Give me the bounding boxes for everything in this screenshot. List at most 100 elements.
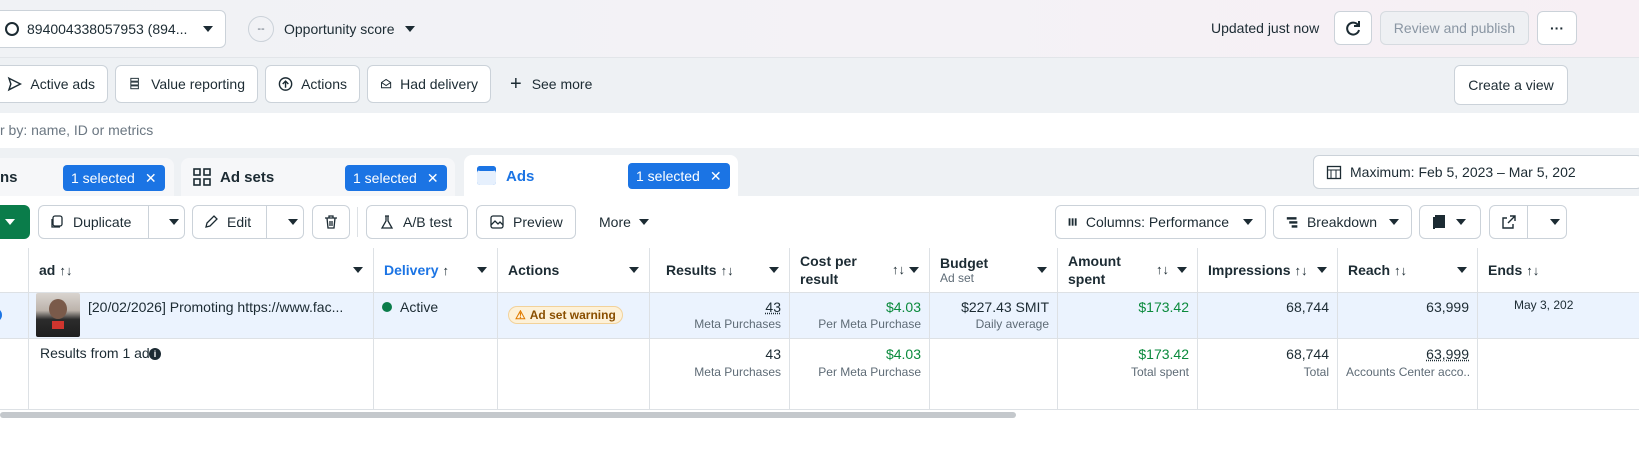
export-button[interactable] bbox=[1490, 206, 1528, 238]
sort-ascending-icon[interactable]: ↑ bbox=[442, 263, 449, 278]
column-header-delivery[interactable]: Delivery ↑ bbox=[374, 248, 498, 293]
close-icon[interactable]: ✕ bbox=[145, 170, 157, 187]
chevron-down-icon[interactable] bbox=[1317, 267, 1327, 273]
view-actions[interactable]: Actions bbox=[265, 65, 360, 103]
ad-set-warning-badge[interactable]: ⚠ Ad set warning bbox=[508, 306, 623, 324]
column-header-impressions[interactable]: Impressions ↑↓ bbox=[1198, 248, 1338, 293]
horizontal-scrollbar[interactable] bbox=[0, 412, 1016, 418]
view-active-ads[interactable]: Active ads bbox=[0, 65, 108, 103]
sort-icon[interactable]: ↑↓ bbox=[1526, 263, 1539, 278]
pencil-icon bbox=[205, 215, 218, 228]
toolbar-divider bbox=[357, 207, 358, 237]
column-header-cost-per-result[interactable]: Cost per result ↑↓ bbox=[790, 248, 930, 293]
chevron-down-icon bbox=[5, 219, 15, 225]
summary-cost-cell: $4.03 Per Meta Purchase bbox=[790, 339, 930, 410]
export-button-group bbox=[1489, 205, 1567, 239]
ad-name-link[interactable]: [20/02/2026] Promoting https://www.fac..… bbox=[88, 299, 343, 315]
more-options-button[interactable]: ··· bbox=[1537, 11, 1577, 45]
chevron-down-icon[interactable] bbox=[909, 267, 919, 273]
ad-thumbnail bbox=[36, 293, 80, 337]
search-bar[interactable]: r by: name, ID or metrics bbox=[0, 113, 1639, 148]
sort-icon[interactable]: ↑↓ bbox=[892, 261, 905, 279]
edit-button[interactable]: Edit bbox=[193, 206, 267, 238]
preview-button[interactable]: Preview bbox=[476, 205, 576, 239]
column-header-results[interactable]: Results ↑↓ bbox=[650, 248, 790, 293]
sort-icon[interactable]: ↑↓ bbox=[721, 263, 734, 278]
calendar-icon bbox=[1326, 165, 1342, 180]
reports-button[interactable] bbox=[1419, 205, 1481, 239]
envelope-icon bbox=[381, 78, 392, 89]
close-icon[interactable]: ✕ bbox=[427, 170, 439, 187]
sort-icon[interactable]: ↑↓ bbox=[1394, 263, 1407, 278]
select-column-header bbox=[0, 248, 29, 293]
grid-icon bbox=[193, 168, 211, 186]
column-header-ends[interactable]: Ends ↑↓ bbox=[1478, 248, 1639, 293]
close-icon[interactable]: ✕ bbox=[710, 168, 722, 185]
view-value-reporting[interactable]: Value reporting bbox=[115, 65, 258, 103]
column-header-ad[interactable]: ad ↑↓ bbox=[29, 248, 374, 293]
review-publish-button[interactable]: Review and publish bbox=[1380, 11, 1529, 45]
create-view-button[interactable]: Create a view bbox=[1454, 65, 1568, 105]
chevron-down-icon bbox=[404, 26, 415, 32]
adsets-selected-pill[interactable]: 1 selected ✕ bbox=[345, 165, 447, 191]
sort-icon[interactable]: ↑↓ bbox=[1156, 261, 1169, 279]
plus-icon: + bbox=[510, 73, 522, 95]
sort-icon[interactable]: ↑↓ bbox=[1294, 263, 1307, 278]
date-range-picker[interactable]: Maximum: Feb 5, 2023 – Mar 5, 202 bbox=[1313, 155, 1639, 189]
budget-cell: $227.43 SMIT Daily average bbox=[930, 293, 1058, 339]
summary-budget-cell bbox=[930, 339, 1058, 410]
trash-icon bbox=[325, 215, 337, 229]
summary-ends-cell bbox=[1478, 339, 1639, 410]
delete-button[interactable] bbox=[312, 205, 350, 239]
see-more-views[interactable]: + See more bbox=[510, 73, 592, 95]
ab-test-button[interactable]: A/B test bbox=[366, 205, 468, 239]
amount-spent-cell: $173.42 bbox=[1058, 293, 1198, 339]
ad-icon bbox=[477, 166, 496, 185]
column-header-reach[interactable]: Reach ↑↓ bbox=[1338, 248, 1478, 293]
checkbox-icon bbox=[0, 308, 2, 322]
report-icon bbox=[1433, 215, 1445, 229]
chevron-down-icon[interactable] bbox=[1037, 267, 1047, 273]
column-header-amount-spent[interactable]: Amount spent ↑↓ bbox=[1058, 248, 1198, 293]
account-selector[interactable]: 894004338057953 (894... bbox=[0, 10, 226, 48]
duplicate-button[interactable]: Duplicate bbox=[39, 206, 149, 238]
chevron-down-icon[interactable] bbox=[1550, 219, 1560, 225]
info-icon[interactable]: i bbox=[149, 348, 161, 360]
refresh-icon bbox=[1346, 21, 1360, 36]
edit-button-group: Edit bbox=[192, 205, 304, 239]
chevron-down-icon[interactable] bbox=[353, 267, 363, 273]
chevron-down-icon[interactable] bbox=[288, 219, 298, 225]
breakdown-button[interactable]: Breakdown bbox=[1273, 205, 1412, 239]
ends-cell: May 3, 202 bbox=[1478, 293, 1639, 339]
chevron-down-icon bbox=[203, 26, 213, 32]
more-button[interactable]: More bbox=[599, 214, 649, 230]
search-input[interactable]: r by: name, ID or metrics bbox=[0, 122, 153, 138]
warning-icon: ⚠ bbox=[515, 308, 526, 322]
row-checkbox[interactable] bbox=[0, 293, 29, 339]
chevron-down-icon[interactable] bbox=[169, 219, 179, 225]
chevron-down-icon[interactable] bbox=[769, 267, 779, 273]
chevron-down-icon[interactable] bbox=[1177, 267, 1187, 273]
chevron-down-icon bbox=[638, 219, 649, 225]
export-icon bbox=[1501, 215, 1516, 229]
table-row[interactable]: [20/02/2026] Promoting https://www.fac..… bbox=[29, 293, 374, 339]
image-icon bbox=[490, 215, 504, 229]
chevron-down-icon[interactable] bbox=[629, 267, 639, 273]
columns-button[interactable]: Columns: Performance bbox=[1055, 205, 1266, 239]
results-cell: 43 Meta Purchases bbox=[650, 293, 790, 339]
campaigns-selected-pill[interactable]: 1 selected ✕ bbox=[63, 165, 165, 191]
chevron-down-icon bbox=[1389, 219, 1399, 225]
summary-select-cell bbox=[0, 339, 29, 410]
publish-dropdown-button[interactable] bbox=[0, 205, 30, 239]
column-header-budget[interactable]: Budget Ad set bbox=[930, 248, 1058, 293]
delivery-cell: Active bbox=[374, 293, 498, 339]
flask-icon bbox=[380, 215, 394, 229]
opportunity-score[interactable]: -- Opportunity score bbox=[248, 16, 415, 42]
sort-icon[interactable]: ↑↓ bbox=[59, 263, 72, 278]
view-had-delivery[interactable]: Had delivery bbox=[367, 65, 491, 103]
refresh-button[interactable] bbox=[1334, 11, 1372, 45]
ads-selected-pill[interactable]: 1 selected ✕ bbox=[628, 163, 730, 189]
column-header-actions[interactable]: Actions bbox=[498, 248, 650, 293]
chevron-down-icon[interactable] bbox=[477, 267, 487, 273]
chevron-down-icon[interactable] bbox=[1457, 267, 1467, 273]
